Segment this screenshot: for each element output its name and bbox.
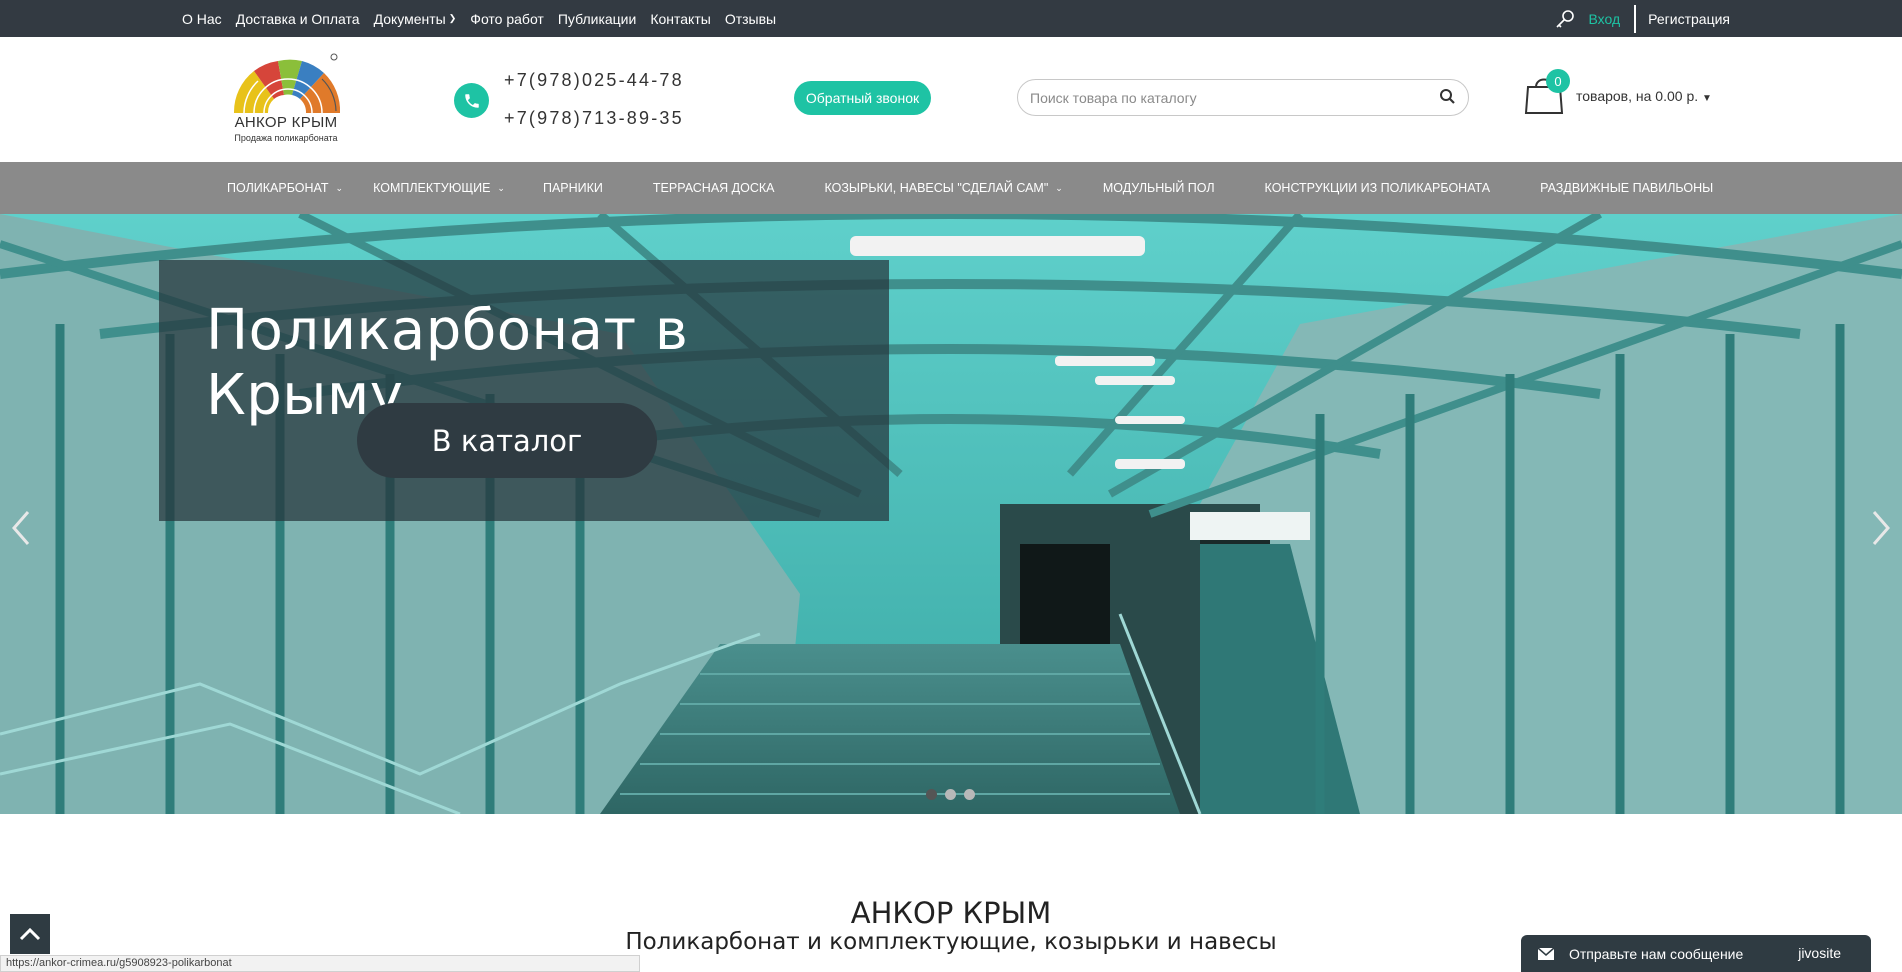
main-nav-label: Парники [542, 181, 603, 195]
main-nav-pavilions[interactable]: Раздвижные павильоны [1540, 181, 1713, 195]
search-box [1017, 79, 1469, 116]
main-nav-label: Поликарбонат [227, 181, 329, 195]
cart-summary-text: товаров, на 0.00 р. [1576, 88, 1699, 104]
mail-icon [1537, 946, 1555, 960]
arrow-right-icon[interactable] [1870, 508, 1892, 548]
slider-dot-3[interactable] [964, 789, 975, 800]
main-nav-label: Козырьки, навесы "Сделай сам" [824, 181, 1049, 195]
hero-slider: Поликарбонат в Крыму В каталог [0, 214, 1902, 814]
top-nav-publications[interactable]: Публикации [558, 11, 636, 27]
top-nav-label: Документы [373, 10, 446, 27]
logo-name: АНКОР КРЫМ [234, 114, 338, 131]
main-nav-label: Конструкции из поликарбоната [1264, 181, 1491, 195]
slider-dot-2[interactable] [945, 789, 956, 800]
chat-label: Отправьте нам сообщение [1569, 945, 1744, 962]
main-nav-components[interactable]: Комплектующие ⌄ [373, 181, 505, 195]
top-nav: О Нас Доставка и Оплата Документы ❯ Фото … [182, 0, 776, 37]
top-nav-documents[interactable]: Документы ❯ [374, 11, 457, 27]
cart-summary[interactable]: товаров, на 0.00 р. ▼ [1576, 88, 1712, 104]
chevron-down-icon: ⌄ [1055, 182, 1063, 193]
chat-widget[interactable]: Отправьте нам сообщение jivosite [1521, 935, 1871, 972]
main-nav-constructions[interactable]: Конструкции из поликарбоната [1265, 181, 1491, 195]
chat-brand: jivosite [1798, 945, 1841, 961]
arrow-up-icon [19, 927, 41, 941]
chevron-down-icon: ⌄ [335, 182, 344, 193]
logo-tagline: Продажа поликарбоната [234, 133, 338, 143]
login-link[interactable]: Вход [1588, 11, 1620, 27]
register-link[interactable]: Регистрация [1648, 11, 1730, 27]
search-icon[interactable] [1438, 87, 1458, 107]
divider [1634, 4, 1637, 33]
main-nav-list: Поликарбонат ⌄ Комплектующие ⌄ Парники Тер… [227, 162, 1713, 214]
section-title: АНКОР КРЫМ [850, 896, 1052, 930]
main-nav-canopies[interactable]: Козырьки, навесы "Сделай сам" ⌄ [825, 181, 1063, 195]
main-nav-label: Модульный пол [1102, 181, 1215, 195]
key-icon [1556, 9, 1575, 28]
search-input[interactable] [1030, 88, 1420, 108]
top-nav-label: О Нас [182, 10, 222, 27]
cart-count-badge: 0 [1546, 69, 1570, 93]
top-nav-label: Доставка и Оплата [235, 10, 360, 27]
arrow-left-icon[interactable] [10, 508, 32, 548]
top-nav-contacts[interactable]: Контакты [650, 11, 710, 27]
main-nav-label: Террасная доска [652, 181, 775, 195]
main-nav-decking[interactable]: Террасная доска [653, 181, 775, 195]
chevron-down-icon: ⌄ [497, 182, 505, 193]
top-nav-label: Публикации [557, 10, 637, 27]
phone-number-1[interactable]: +7(978)025-44-78 [504, 70, 684, 91]
main-nav-label: Раздвижные павильоны [1540, 181, 1714, 195]
catalog-button[interactable]: В каталог [357, 403, 657, 478]
main-nav: Поликарбонат ⌄ Комплектующие ⌄ Парники Тер… [0, 162, 1902, 214]
top-nav-label: Отзывы [724, 10, 777, 27]
hero-caption: Поликарбонат в Крыму В каталог [159, 260, 889, 521]
browser-status-bar: https://ankor-crimea.ru/g5908923-polikar… [0, 955, 640, 972]
main-nav-polycarbonate[interactable]: Поликарбонат ⌄ [227, 181, 343, 195]
logo-mark [233, 53, 341, 114]
top-nav-delivery[interactable]: Доставка и Оплата [236, 11, 360, 27]
slider-dot-1[interactable] [926, 789, 937, 800]
top-nav-photos[interactable]: Фото работ [470, 11, 544, 27]
phone-number-2[interactable]: +7(978)713-89-35 [504, 108, 684, 129]
callback-button[interactable]: Обратный звонок [794, 81, 931, 115]
caret-down-icon: ▼ [1702, 93, 1712, 104]
chevron-down-icon: ❯ [448, 13, 457, 23]
header: АНКОР КРЫМ Продажа поликарбоната +7(978)… [0, 37, 1902, 162]
top-nav-label: Контакты [650, 10, 711, 27]
main-nav-greenhouses[interactable]: Парники [543, 181, 603, 195]
scroll-top-button[interactable] [10, 914, 50, 954]
logo[interactable]: АНКОР КРЫМ Продажа поликарбоната [228, 49, 344, 151]
top-nav-reviews[interactable]: Отзывы [725, 11, 776, 27]
top-nav-about[interactable]: О Нас [182, 11, 222, 27]
main-nav-label: Комплектующие [373, 181, 491, 195]
top-nav-label: Фото работ [470, 10, 544, 27]
top-bar: О Нас Доставка и Оплата Документы ❯ Фото … [0, 0, 1902, 37]
slider-dots [926, 789, 975, 800]
phone-icon [454, 83, 489, 118]
main-nav-modular-floor[interactable]: Модульный пол [1103, 181, 1215, 195]
account-links: Вход Регистрация [1554, 0, 1730, 37]
